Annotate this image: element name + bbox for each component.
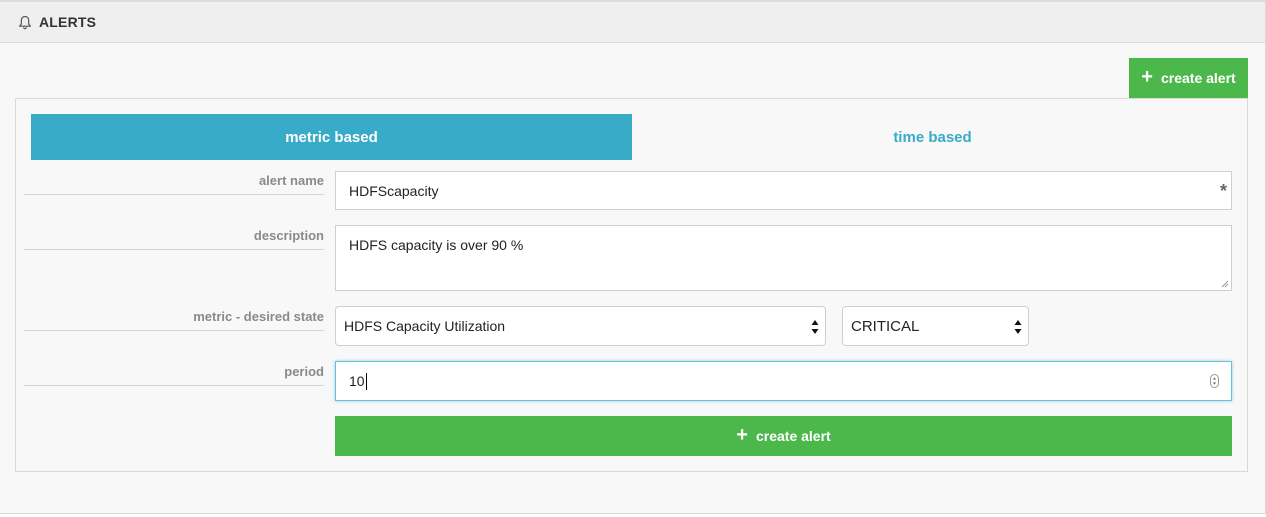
alert-name-input[interactable]: HDFScapacity * [335, 171, 1232, 210]
create-alert-button-top[interactable]: + create alert [1129, 58, 1248, 98]
panel-title: ALERTS [39, 14, 97, 30]
description-label: description [253, 228, 324, 243]
tab-time-based[interactable]: time based [632, 114, 1233, 160]
alert-name-value: HDFScapacity [349, 182, 439, 199]
period-label: period [284, 364, 324, 379]
bell-icon [19, 15, 31, 29]
resize-handle-icon[interactable] [1221, 280, 1229, 288]
create-alert-submit-button[interactable]: + create alert [335, 416, 1232, 456]
select-arrows-icon [1014, 320, 1022, 334]
period-value: 10 [349, 373, 365, 389]
metric-label: metric - desired state [193, 309, 324, 324]
period-input[interactable]: 10 [335, 361, 1232, 401]
tab-metric-based[interactable]: metric based [31, 114, 632, 160]
period-label-row: period [24, 364, 324, 386]
required-asterisk-icon: * [1219, 181, 1227, 201]
metric-label-row: metric - desired state [24, 309, 324, 331]
create-alert-label: create alert [1160, 70, 1236, 86]
number-spinner-icon[interactable] [1210, 374, 1219, 388]
select-arrows-icon [811, 320, 819, 334]
description-value: HDFS capacity is over 90 % [349, 237, 524, 253]
alert-form: metric based time based alert name HDFSc… [15, 98, 1248, 472]
metric-select[interactable]: HDFS Capacity Utilization [335, 306, 826, 346]
metric-select-value: HDFS Capacity Utilization [344, 318, 506, 334]
state-select-value: CRITICAL [851, 317, 920, 335]
alert-name-label-row: alert name [24, 173, 324, 195]
alert-name-label: alert name [258, 173, 324, 188]
submit-label: create alert [755, 428, 831, 444]
description-label-row: description [24, 228, 324, 250]
alerts-panel: ALERTS + create alert metric based time … [0, 0, 1266, 514]
state-select[interactable]: CRITICAL [842, 306, 1029, 346]
plus-icon: + [1141, 66, 1153, 88]
description-textarea[interactable]: HDFS capacity is over 90 % [335, 225, 1232, 291]
plus-icon: + [736, 424, 748, 446]
panel-header: ALERTS [0, 0, 1265, 43]
text-caret [365, 372, 367, 390]
